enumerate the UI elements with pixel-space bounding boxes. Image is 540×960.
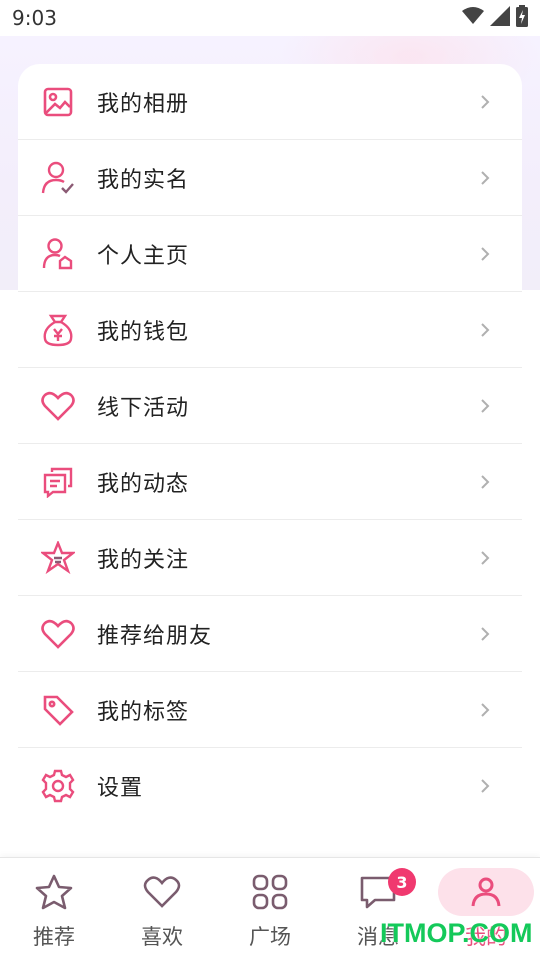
posts-icon <box>40 464 76 500</box>
menu-item-homepage[interactable]: 个人主页 <box>18 216 522 292</box>
heart-icon <box>40 388 76 424</box>
user-verified-icon <box>40 160 76 196</box>
status-icons <box>462 5 528 31</box>
chevron-right-icon <box>478 626 492 641</box>
menu-item-tags[interactable]: 我的标签 <box>18 672 522 748</box>
menu-item-label: 设置 <box>97 776 144 801</box>
menu-item-label: 个人主页 <box>97 243 190 269</box>
menu-item-label: 我的标签 <box>97 699 190 725</box>
person-icon <box>466 872 506 912</box>
chevron-right-icon <box>478 398 492 413</box>
battery-icon <box>516 5 528 31</box>
wifi-icon <box>462 7 484 29</box>
menu-item-offline-events[interactable]: 线下活动 <box>18 368 522 444</box>
chevron-right-icon <box>478 322 492 337</box>
message-badge: 3 <box>388 868 416 896</box>
chevron-right-icon <box>478 94 492 109</box>
signal-icon <box>490 6 510 30</box>
tag-icon <box>40 692 76 728</box>
menu-item-label: 我的关注 <box>97 547 190 573</box>
nav-label: 广场 <box>249 925 291 949</box>
menu-item-label: 我的实名 <box>97 167 190 193</box>
chevron-right-icon <box>478 550 492 565</box>
menu-item-label: 推荐给朋友 <box>97 623 213 649</box>
status-bar: 9:03 <box>0 0 540 36</box>
watermark: ITMOP.COM <box>380 918 533 948</box>
chevron-right-icon <box>478 246 492 261</box>
nav-item-likes[interactable]: 喜欢 <box>112 858 212 960</box>
heart-icon <box>40 616 76 652</box>
nav-item-recommend[interactable]: 推荐 <box>4 858 104 960</box>
status-time: 9:03 <box>12 6 57 30</box>
chevron-right-icon <box>478 170 492 185</box>
menu-item-wallet[interactable]: 我的钱包 <box>18 292 522 368</box>
menu-list: 我的相册 我的实名 个人主页 我的钱包 线下活动 我的动态 我的关注 推荐给朋友… <box>18 64 522 824</box>
money-bag-icon <box>40 312 76 348</box>
chevron-right-icon <box>478 702 492 717</box>
chevron-right-icon <box>478 779 492 793</box>
heart-icon <box>142 872 182 912</box>
menu-item-album[interactable]: 我的相册 <box>18 64 522 140</box>
photo-album-icon <box>40 84 76 120</box>
nav-item-square[interactable]: 广场 <box>220 858 320 960</box>
chevron-right-icon <box>478 474 492 489</box>
menu-item-label: 我的动态 <box>97 471 190 497</box>
nav-label: 喜欢 <box>141 925 183 949</box>
menu-item-label: 我的相册 <box>97 91 190 117</box>
screen: 9:03 我的相册 我的实名 个人主页 我的钱包 线下活动 我的动态 我的关注 … <box>0 0 540 960</box>
menu-item-label: 我的钱包 <box>97 319 190 345</box>
menu-item-recommend-friends[interactable]: 推荐给朋友 <box>18 596 522 672</box>
menu-item-settings[interactable]: 设置 <box>18 748 522 824</box>
menu-item-real-name[interactable]: 我的实名 <box>18 140 522 216</box>
menu-item-posts[interactable]: 我的动态 <box>18 444 522 520</box>
nav-label: 推荐 <box>33 925 75 949</box>
star-list-icon <box>40 540 76 576</box>
menu-item-following[interactable]: 我的关注 <box>18 520 522 596</box>
grid-icon <box>250 872 290 912</box>
star-icon <box>34 872 74 912</box>
user-home-icon <box>40 236 76 272</box>
gear-icon <box>40 768 76 804</box>
menu-item-label: 线下活动 <box>97 395 190 421</box>
